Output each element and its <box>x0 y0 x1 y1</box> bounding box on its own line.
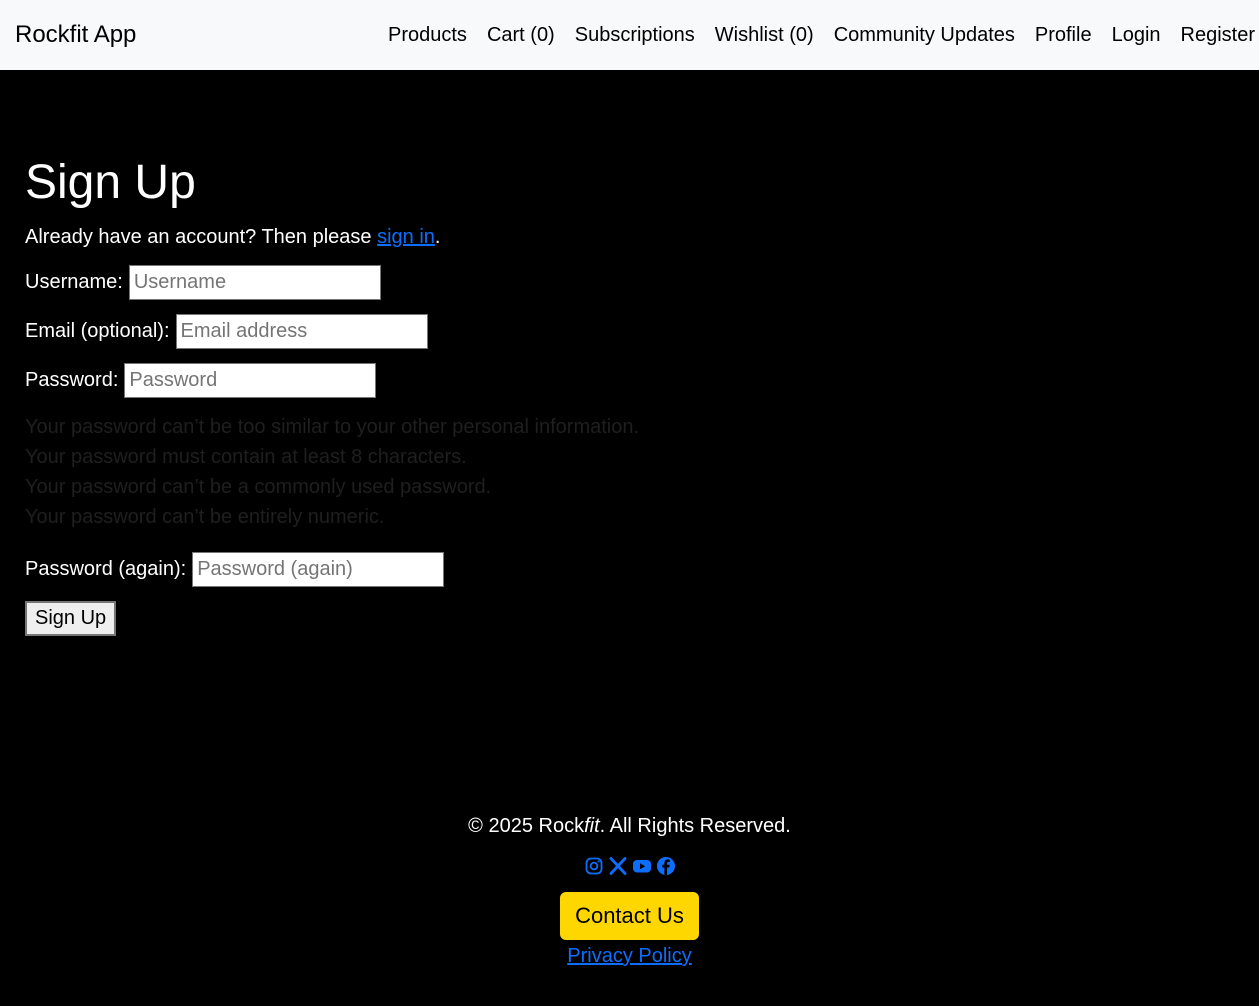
nav-link-products[interactable]: Products <box>388 22 467 48</box>
username-row: Username: <box>25 265 639 300</box>
password-help-item: Your password can’t be entirely numeric. <box>25 506 385 528</box>
signin-link[interactable]: sign in <box>377 226 435 248</box>
email-input[interactable] <box>175 314 428 349</box>
footer: © 2025 Rockfit. All Rights Reserved. Con… <box>0 812 1259 969</box>
password-help-list: Your password can’t be too similar to yo… <box>25 412 639 532</box>
password-input[interactable] <box>124 363 377 398</box>
instagram-icon[interactable] <box>584 856 604 876</box>
copyright-text: © 2025 Rock <box>468 815 585 837</box>
youtube-icon[interactable] <box>632 856 652 876</box>
email-row: Email (optional): <box>25 314 639 349</box>
page-title: Sign Up <box>25 156 196 209</box>
nav-links: Products Cart (0) Subscriptions Wishlist… <box>388 22 1255 48</box>
signin-prompt-text: Already have an account? Then please <box>25 226 378 248</box>
x-icon[interactable] <box>608 856 628 876</box>
password-help-item: Your password can’t be too similar to yo… <box>25 416 640 438</box>
password-again-label: Password (again): <box>25 558 187 580</box>
brand-link[interactable]: Rockfit App <box>15 20 136 50</box>
username-input[interactable] <box>128 265 381 300</box>
copyright-brand-italic: fit <box>584 815 600 837</box>
facebook-icon[interactable] <box>656 856 676 876</box>
privacy-row: Privacy Policy <box>0 943 1259 969</box>
signup-section: Sign Up Already have an account? Then pl… <box>25 156 639 636</box>
password-again-input[interactable] <box>192 552 445 587</box>
nav-link-cart[interactable]: Cart (0) <box>487 22 555 48</box>
signup-form: Username: Email (optional): Password: Yo… <box>25 265 639 636</box>
password-help-item: Your password can’t be a commonly used p… <box>25 476 492 498</box>
username-label: Username: <box>25 271 123 293</box>
password-again-row: Password (again): <box>25 552 639 587</box>
social-links <box>0 856 1259 876</box>
password-label: Password: <box>25 369 119 391</box>
nav-link-wishlist[interactable]: Wishlist (0) <box>715 22 814 48</box>
privacy-policy-link[interactable]: Privacy Policy <box>567 945 691 967</box>
nav-link-community-updates[interactable]: Community Updates <box>834 22 1015 48</box>
signup-button[interactable]: Sign Up <box>25 601 117 636</box>
password-help-item: Your password must contain at least 8 ch… <box>25 446 467 468</box>
copyright-suffix: . All Rights Reserved. <box>599 815 791 837</box>
signin-prompt-period: . <box>434 226 441 248</box>
nav-link-login[interactable]: Login <box>1112 22 1161 48</box>
nav-link-profile[interactable]: Profile <box>1035 22 1092 48</box>
navbar: Rockfit App Products Cart (0) Subscripti… <box>0 0 1259 70</box>
nav-link-subscriptions[interactable]: Subscriptions <box>575 22 695 48</box>
signin-prompt: Already have an account? Then please sig… <box>25 224 639 250</box>
contact-us-button[interactable]: Contact Us <box>560 892 699 940</box>
nav-link-register[interactable]: Register <box>1181 22 1255 48</box>
email-label: Email (optional): <box>25 320 170 342</box>
password-row: Password: <box>25 363 639 398</box>
copyright: © 2025 Rockfit. All Rights Reserved. <box>0 812 1259 840</box>
